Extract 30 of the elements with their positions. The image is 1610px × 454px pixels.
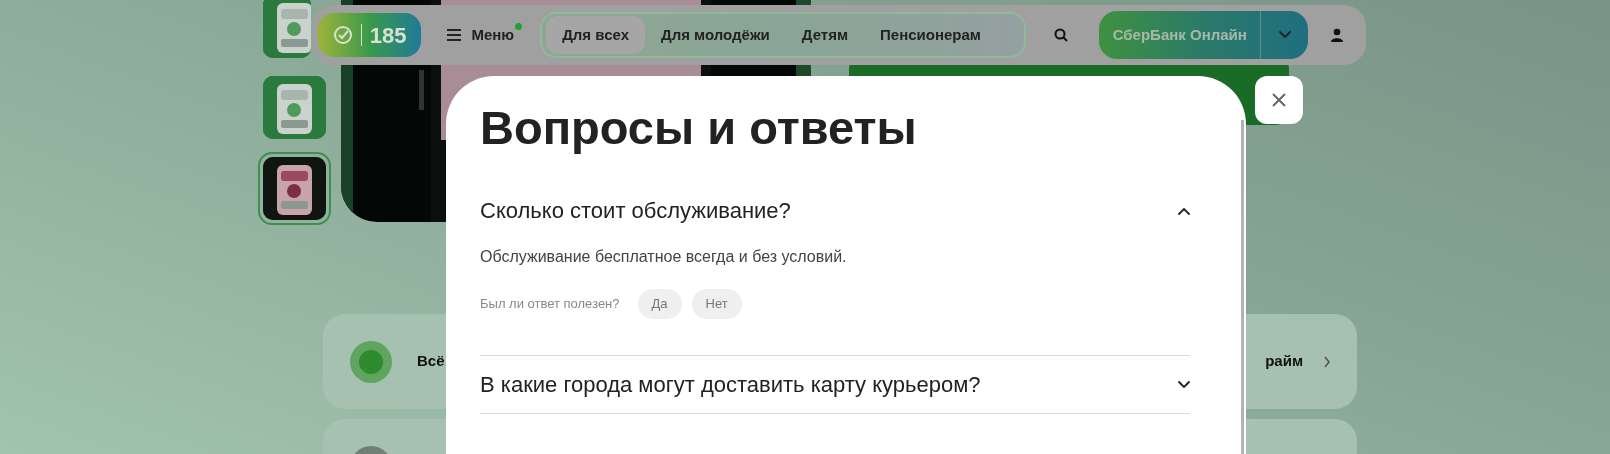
faq-answer: Обслуживание бесплатное всегда и без условий. bbox=[480, 247, 848, 267]
checkmark-icon bbox=[332, 25, 353, 45]
tab[interactable]: Для всех bbox=[546, 16, 645, 54]
menu-button[interactable]: Меню bbox=[427, 13, 535, 57]
thumbnail[interactable] bbox=[263, 76, 326, 139]
tab[interactable]: Детям bbox=[785, 16, 865, 54]
tab[interactable]: Для молодёжи bbox=[644, 16, 786, 54]
search-icon bbox=[1054, 28, 1069, 42]
user-icon bbox=[1330, 28, 1345, 42]
chevron-down-icon bbox=[1278, 31, 1291, 39]
card-text: райм bbox=[1265, 351, 1303, 372]
close-button[interactable] bbox=[1255, 76, 1303, 124]
chat-icon bbox=[349, 339, 393, 384]
chevron-up-icon bbox=[1178, 206, 1190, 215]
menu-icon bbox=[447, 29, 462, 41]
modal-title: Вопросы и ответы bbox=[480, 100, 918, 156]
profile-button[interactable] bbox=[1314, 12, 1360, 58]
faq-question[interactable]: Сколько стоит обслуживание? bbox=[480, 182, 1190, 239]
feedback-button[interactable]: Да bbox=[637, 289, 682, 319]
close-icon bbox=[1271, 92, 1287, 108]
chevron-right-icon bbox=[1323, 355, 1331, 368]
feedback-button[interactable]: Нет bbox=[691, 289, 742, 319]
tab[interactable]: Пенсионерам bbox=[864, 16, 997, 54]
chevron-down-icon bbox=[1178, 380, 1190, 389]
thumbnail[interactable] bbox=[263, 157, 326, 220]
thumbnail[interactable] bbox=[263, 0, 311, 58]
feedback-prompt: Был ли ответ полезен? bbox=[480, 295, 620, 314]
logo-text: 185 bbox=[369, 21, 407, 50]
card-title: Всё bbox=[417, 351, 445, 372]
faq-question[interactable]: В какие города могут доставить карту курьером? bbox=[480, 356, 1190, 413]
